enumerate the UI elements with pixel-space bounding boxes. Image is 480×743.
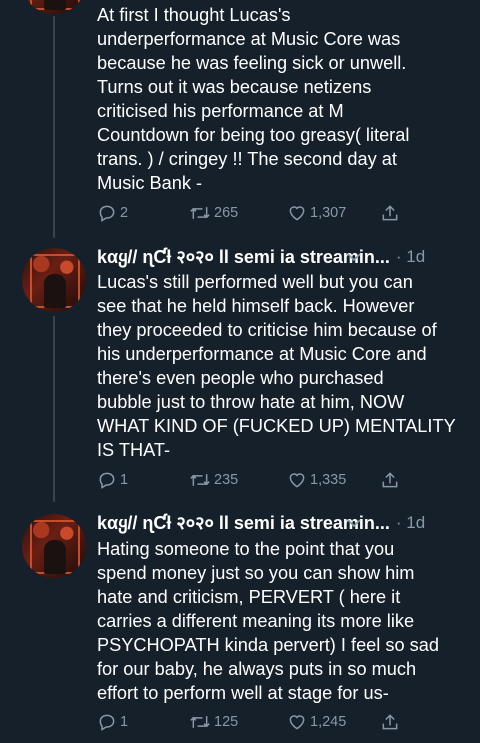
tweet-actions: 2 265 1,307: [97, 201, 417, 225]
tweet-2[interactable]: kαყ// ɳƇƚ २०२० ll semi ia streamin... · …: [0, 238, 480, 502]
retweet-icon: [190, 474, 210, 486]
avatar[interactable]: [22, 0, 86, 14]
chevron-down-icon[interactable]: [347, 252, 361, 262]
tweet-text: At first I thought Lucas's underperforma…: [97, 5, 410, 193]
tweet-text: Hating someone to the point that you spe…: [97, 539, 439, 703]
display-name[interactable]: kαყ// ɳƇƚ २०२० ll semi ia streamin...: [97, 511, 390, 535]
heart-icon: [289, 206, 305, 221]
heart-icon: [289, 715, 305, 730]
retweet-button[interactable]: 235: [189, 468, 238, 492]
tweet-actions: 1 235 1,335: [97, 468, 417, 492]
reply-count: 1: [120, 714, 129, 730]
tweet-header: kαყ// ɳƇƚ २०२० ll semi ia streamin... · …: [97, 246, 425, 268]
share-button[interactable]: [380, 710, 403, 734]
like-button[interactable]: 1,245: [287, 710, 346, 734]
like-count: 1,307: [310, 205, 347, 221]
thread-line: [53, 16, 55, 238]
retweet-count: 235: [214, 472, 239, 488]
chevron-down-icon[interactable]: [347, 518, 361, 528]
retweet-icon: [190, 716, 210, 728]
like-count: 1,245: [310, 714, 347, 730]
reply-icon: [99, 205, 115, 222]
reply-button[interactable]: 1: [97, 710, 128, 734]
share-icon: [382, 472, 398, 488]
reply-button[interactable]: 1: [97, 468, 128, 492]
retweet-button[interactable]: 265: [189, 201, 238, 225]
like-count: 1,335: [310, 472, 347, 488]
tweet-time[interactable]: · 1d: [396, 247, 425, 267]
tweet-header: kαყ// ɳƇƚ २०२० ll semi ia streamin... · …: [97, 512, 425, 534]
tweet-actions: 1 125 1,245: [97, 710, 417, 734]
reply-count: 2: [120, 205, 129, 221]
retweet-icon: [190, 207, 210, 219]
reply-button[interactable]: 2: [97, 201, 128, 225]
tweet-time[interactable]: · 1d: [396, 513, 425, 533]
avatar[interactable]: [22, 514, 86, 578]
share-icon: [382, 714, 398, 730]
share-button[interactable]: [380, 468, 403, 492]
heart-icon: [289, 473, 305, 488]
share-button[interactable]: [380, 201, 403, 225]
reply-icon: [99, 472, 115, 489]
retweet-button[interactable]: 125: [189, 710, 238, 734]
display-name[interactable]: kαყ// ɳƇƚ २०२० ll semi ia streamin...: [97, 245, 390, 269]
thread-line: [53, 316, 55, 502]
like-button[interactable]: 1,307: [287, 201, 346, 225]
tweet-1[interactable]: At first I thought Lucas's underperforma…: [0, 0, 480, 238]
tweet-text: Lucas's still performed well but you can…: [97, 272, 456, 460]
reply-count: 1: [120, 472, 129, 488]
tweet-3[interactable]: kαყ// ɳƇƚ २०२० ll semi ia streamin... · …: [0, 502, 480, 743]
retweet-count: 125: [214, 714, 239, 730]
reply-icon: [99, 714, 115, 731]
share-icon: [382, 205, 398, 221]
avatar[interactable]: [22, 248, 86, 312]
retweet-count: 265: [214, 205, 239, 221]
like-button[interactable]: 1,335: [287, 468, 346, 492]
